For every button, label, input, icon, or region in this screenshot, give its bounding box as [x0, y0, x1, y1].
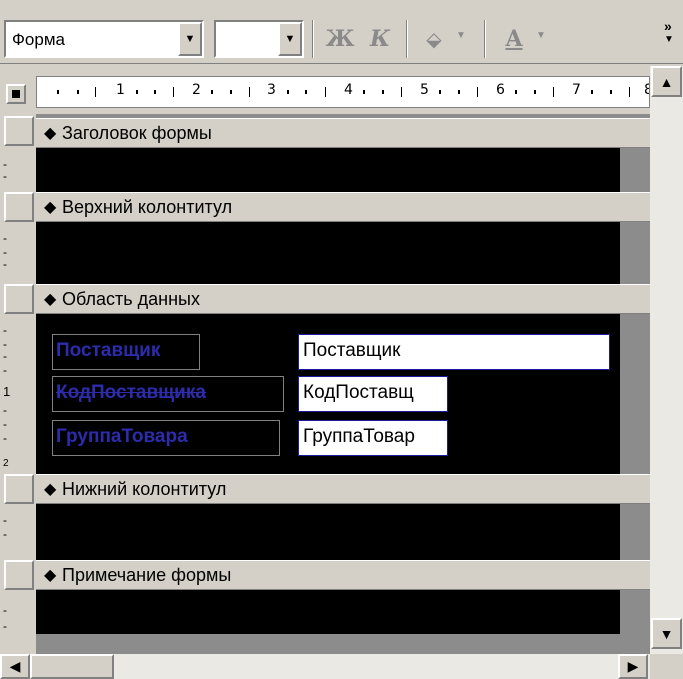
grid-line — [492, 148, 493, 192]
section-bar-page-header[interactable]: ◆ Верхний колонтитул — [36, 192, 650, 222]
textbox-supplier[interactable]: Поставщик — [298, 334, 610, 370]
grid-line — [112, 222, 113, 284]
section-selector-form-footer[interactable] — [4, 560, 34, 590]
grid-line — [36, 466, 620, 467]
section-bar-form-footer[interactable]: ◆ Примечание формы — [36, 560, 650, 590]
section-selector-page-header[interactable] — [4, 192, 34, 222]
vruler-number: 2 — [3, 458, 9, 469]
ruler-number: 4 — [344, 82, 353, 98]
grid-line — [568, 148, 569, 192]
vertical-scrollbar[interactable]: ▲ ▼ — [650, 66, 683, 654]
section-bar-detail[interactable]: ◆ Область данных — [36, 284, 650, 314]
font-color-button[interactable]: A — [496, 22, 532, 56]
grid-line — [416, 504, 417, 560]
grid-line — [112, 590, 113, 634]
scroll-right-icon[interactable]: ▶ — [618, 654, 648, 679]
grid-line — [492, 504, 493, 560]
toolbar-separator — [484, 20, 486, 58]
grid-line — [188, 590, 189, 634]
fill-color-dropdown-icon[interactable]: ▼ — [456, 30, 466, 41]
object-select-combo[interactable]: Форма ▼ — [4, 20, 204, 58]
object-select-value: Форма — [12, 30, 65, 49]
section-body-detail[interactable]: Поставщик Поставщик КодПоставщика КодПос… — [36, 314, 620, 474]
scroll-thumb[interactable] — [30, 654, 114, 679]
section-body-page-footer[interactable] — [36, 504, 620, 560]
overflow-icon: » — [664, 18, 672, 34]
grid-line — [188, 148, 189, 192]
textbox-product-group[interactable]: ГруппаТовар — [298, 420, 448, 456]
section-body-form-footer[interactable] — [36, 590, 620, 634]
textbox-supplier-code[interactable]: КодПоставщ — [298, 376, 448, 412]
grid-line — [568, 590, 569, 634]
arrow-icon: ◆ — [44, 199, 57, 216]
horizontal-ruler[interactable]: 1 2 3 4 5 6 7 8 — [36, 76, 650, 108]
label-supplier[interactable]: Поставщик — [52, 334, 200, 370]
chevron-down-icon[interactable]: ▼ — [178, 22, 202, 56]
section-title: Заголовок формы — [62, 123, 212, 143]
grid-line — [188, 222, 189, 284]
section-selector-detail[interactable] — [4, 284, 34, 314]
formatting-toolbar: Форма ▼ ▼ Ж К ⬙ ▼ A ▼ » ▼ — [0, 0, 683, 64]
scroll-up-icon[interactable]: ▲ — [651, 66, 682, 97]
font-color-dropdown-icon[interactable]: ▼ — [536, 30, 546, 41]
ruler-number: 2 — [192, 82, 201, 98]
grid-line — [492, 222, 493, 284]
section-bar-form-header[interactable]: ◆ Заголовок формы — [36, 118, 650, 148]
vruler-number: 1 — [3, 384, 11, 399]
arrow-icon: ◆ — [44, 567, 57, 584]
vertical-ruler: -- --- --- - 1 --- 2 -- -- — [0, 114, 36, 654]
arrow-icon: ◆ — [44, 291, 57, 308]
ruler-number: 6 — [496, 82, 505, 98]
grid-line — [112, 148, 113, 192]
section-title: Верхний колонтитул — [62, 197, 233, 217]
ruler-number: 7 — [572, 82, 581, 98]
section-selector-form-header[interactable] — [4, 116, 34, 146]
section-title: Примечание формы — [62, 565, 232, 585]
chevron-down-icon: ▼ — [664, 34, 674, 45]
section-selector-page-footer[interactable] — [4, 474, 34, 504]
ruler-number: 3 — [267, 82, 276, 98]
grid-line — [340, 222, 341, 284]
grid-line — [264, 590, 265, 634]
label-product-group[interactable]: ГруппаТовара — [52, 420, 280, 456]
toolbar-separator — [406, 20, 408, 58]
grid-line — [416, 222, 417, 284]
grid-line — [340, 504, 341, 560]
section-body-page-header[interactable] — [36, 222, 620, 284]
grid-line — [112, 504, 113, 560]
font-select-combo[interactable]: ▼ — [214, 20, 304, 58]
size-grip[interactable] — [650, 654, 683, 679]
form-design-surface[interactable]: ◆ Заголовок формы ◆ Верхний колонтитул ◆… — [36, 114, 650, 654]
section-bar-page-footer[interactable]: ◆ Нижний колонтитул — [36, 474, 650, 504]
chevron-down-icon[interactable]: ▼ — [278, 22, 302, 56]
scroll-down-icon[interactable]: ▼ — [651, 618, 682, 649]
grid-line — [264, 222, 265, 284]
horizontal-scrollbar[interactable]: ◀ ▶ — [0, 654, 650, 679]
ruler-number: 5 — [420, 82, 429, 98]
section-body-form-header[interactable] — [36, 148, 620, 192]
italic-button[interactable]: К — [362, 22, 398, 56]
toolbar-separator — [312, 20, 314, 58]
grid-line — [188, 504, 189, 560]
grid-line — [568, 504, 569, 560]
grid-line — [416, 590, 417, 634]
section-title: Область данных — [62, 289, 200, 309]
grid-line — [492, 590, 493, 634]
fill-color-button[interactable]: ⬙ — [416, 22, 452, 56]
form-selector-button[interactable] — [6, 84, 26, 104]
grid-line — [568, 222, 569, 284]
arrow-icon: ◆ — [44, 125, 57, 142]
grid-line — [340, 590, 341, 634]
toolbar-overflow-button[interactable]: » ▼ — [664, 18, 674, 46]
label-supplier-code[interactable]: КодПоставщика — [52, 376, 284, 412]
ruler-number: 1 — [116, 82, 125, 98]
grid-line — [264, 504, 265, 560]
section-title: Нижний колонтитул — [62, 479, 227, 499]
grid-line — [340, 148, 341, 192]
bold-button[interactable]: Ж — [322, 22, 358, 56]
grid-line — [264, 148, 265, 192]
arrow-icon: ◆ — [44, 481, 57, 498]
scroll-left-icon[interactable]: ◀ — [0, 654, 30, 679]
grid-line — [416, 148, 417, 192]
